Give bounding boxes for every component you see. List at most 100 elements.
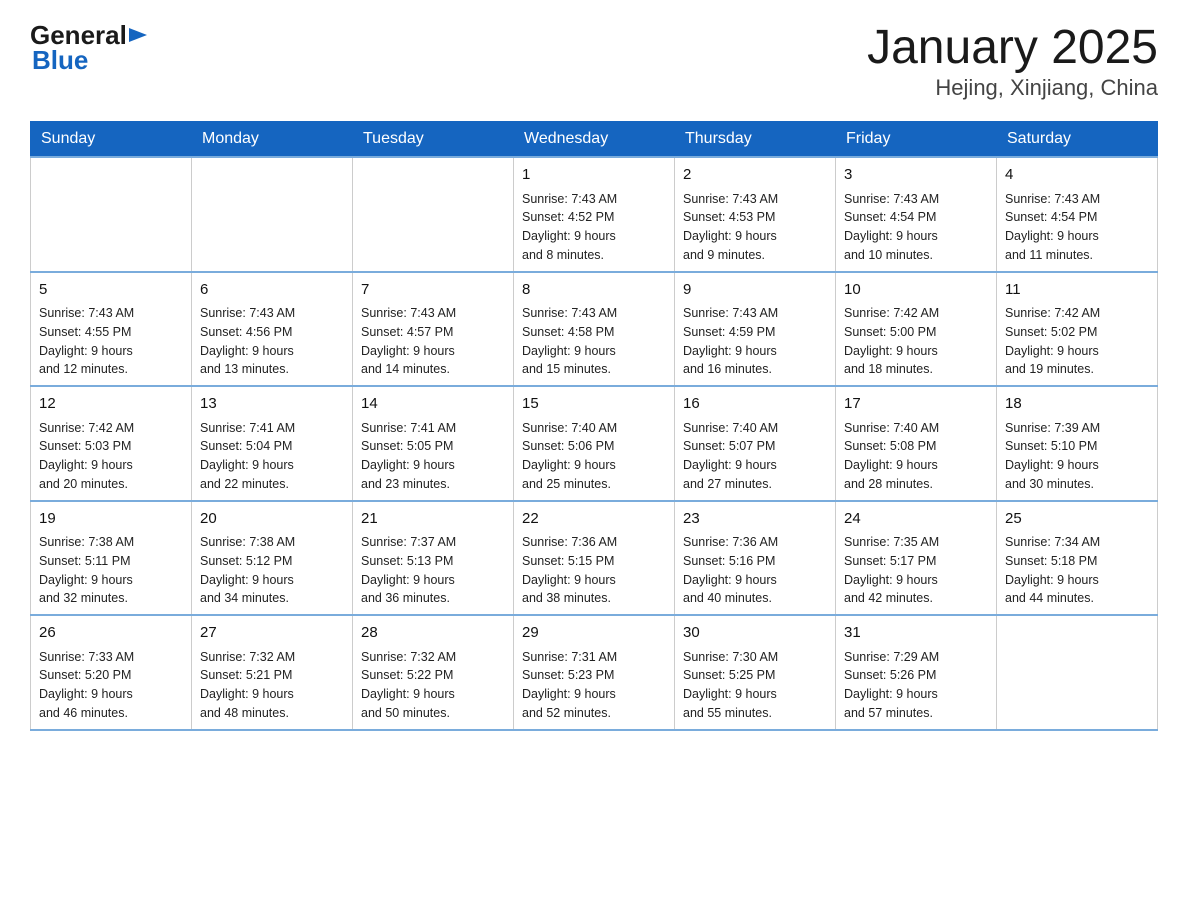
calendar-week-row: 26 Sunrise: 7:33 AM Sunset: 5:20 PM Dayli… [31,615,1158,730]
day-number: 24 [844,508,988,531]
day-info: Sunrise: 7:41 AM Sunset: 5:05 PM Dayligh… [361,421,456,491]
day-number: 7 [361,279,505,302]
page-title: January 2025 [867,20,1158,75]
calendar-day-cell: 31 Sunrise: 7:29 AM Sunset: 5:26 PM Dayli… [836,615,997,730]
calendar-day-cell: 9 Sunrise: 7:43 AM Sunset: 4:59 PM Daylig… [675,272,836,387]
day-info: Sunrise: 7:39 AM Sunset: 5:10 PM Dayligh… [1005,421,1100,491]
day-number: 23 [683,508,827,531]
calendar-day-cell: 26 Sunrise: 7:33 AM Sunset: 5:20 PM Dayli… [31,615,192,730]
calendar-day-cell: 21 Sunrise: 7:37 AM Sunset: 5:13 PM Dayli… [353,501,514,616]
calendar-weekday-header: Wednesday [514,122,675,158]
calendar-day-cell: 4 Sunrise: 7:43 AM Sunset: 4:54 PM Daylig… [997,157,1158,272]
day-info: Sunrise: 7:36 AM Sunset: 5:16 PM Dayligh… [683,535,778,605]
day-info: Sunrise: 7:33 AM Sunset: 5:20 PM Dayligh… [39,650,134,720]
day-info: Sunrise: 7:40 AM Sunset: 5:08 PM Dayligh… [844,421,939,491]
logo-triangle-icon [129,24,151,46]
day-number: 20 [200,508,344,531]
page-subtitle: Hejing, Xinjiang, China [867,75,1158,101]
calendar-day-cell: 12 Sunrise: 7:42 AM Sunset: 5:03 PM Dayli… [31,386,192,501]
day-info: Sunrise: 7:36 AM Sunset: 5:15 PM Dayligh… [522,535,617,605]
logo: General Blue [30,20,151,76]
day-info: Sunrise: 7:43 AM Sunset: 4:54 PM Dayligh… [844,192,939,262]
day-number: 14 [361,393,505,416]
calendar-day-cell: 15Sunrise: 7:40 AM Sunset: 5:06 PM Dayli… [514,386,675,501]
day-number: 18 [1005,393,1149,416]
day-number: 17 [844,393,988,416]
calendar-day-cell: 2 Sunrise: 7:43 AM Sunset: 4:53 PM Daylig… [675,157,836,272]
day-number: 1 [522,164,666,187]
calendar-day-cell: 17 Sunrise: 7:40 AM Sunset: 5:08 PM Dayli… [836,386,997,501]
day-number: 31 [844,622,988,645]
day-number: 29 [522,622,666,645]
day-info: Sunrise: 7:41 AM Sunset: 5:04 PM Dayligh… [200,421,295,491]
calendar-day-cell: 23 Sunrise: 7:36 AM Sunset: 5:16 PM Dayli… [675,501,836,616]
calendar-day-cell: 14 Sunrise: 7:41 AM Sunset: 5:05 PM Dayli… [353,386,514,501]
day-number: 30 [683,622,827,645]
day-info: Sunrise: 7:43 AM Sunset: 4:55 PM Dayligh… [39,306,134,376]
calendar-day-cell: 11Sunrise: 7:42 AM Sunset: 5:02 PM Dayli… [997,272,1158,387]
calendar-weekday-header: Thursday [675,122,836,158]
day-info: Sunrise: 7:43 AM Sunset: 4:56 PM Dayligh… [200,306,295,376]
day-info: Sunrise: 7:42 AM Sunset: 5:00 PM Dayligh… [844,306,939,376]
day-number: 12 [39,393,183,416]
calendar-day-cell [353,157,514,272]
day-number: 27 [200,622,344,645]
day-number: 22 [522,508,666,531]
calendar-table: SundayMondayTuesdayWednesdayThursdayFrid… [30,121,1158,731]
calendar-week-row: 1 Sunrise: 7:43 AM Sunset: 4:52 PM Daylig… [31,157,1158,272]
calendar-header-row: SundayMondayTuesdayWednesdayThursdayFrid… [31,122,1158,158]
day-number: 16 [683,393,827,416]
calendar-day-cell: 5 Sunrise: 7:43 AM Sunset: 4:55 PM Daylig… [31,272,192,387]
calendar-day-cell: 3 Sunrise: 7:43 AM Sunset: 4:54 PM Daylig… [836,157,997,272]
calendar-day-cell: 24 Sunrise: 7:35 AM Sunset: 5:17 PM Dayli… [836,501,997,616]
day-info: Sunrise: 7:42 AM Sunset: 5:02 PM Dayligh… [1005,306,1100,376]
day-number: 4 [1005,164,1149,187]
day-info: Sunrise: 7:35 AM Sunset: 5:17 PM Dayligh… [844,535,939,605]
calendar-day-cell: 19 Sunrise: 7:38 AM Sunset: 5:11 PM Dayli… [31,501,192,616]
day-number: 21 [361,508,505,531]
day-info: Sunrise: 7:37 AM Sunset: 5:13 PM Dayligh… [361,535,456,605]
calendar-day-cell: 16 Sunrise: 7:40 AM Sunset: 5:07 PM Dayli… [675,386,836,501]
calendar-week-row: 5 Sunrise: 7:43 AM Sunset: 4:55 PM Daylig… [31,272,1158,387]
calendar-day-cell: 1 Sunrise: 7:43 AM Sunset: 4:52 PM Daylig… [514,157,675,272]
calendar-day-cell: 18 Sunrise: 7:39 AM Sunset: 5:10 PM Dayli… [997,386,1158,501]
day-number: 10 [844,279,988,302]
calendar-day-cell: 6 Sunrise: 7:43 AM Sunset: 4:56 PM Daylig… [192,272,353,387]
day-number: 19 [39,508,183,531]
calendar-day-cell: 28 Sunrise: 7:32 AM Sunset: 5:22 PM Dayli… [353,615,514,730]
calendar-day-cell: 25Sunrise: 7:34 AM Sunset: 5:18 PM Dayli… [997,501,1158,616]
calendar-day-cell: 20 Sunrise: 7:38 AM Sunset: 5:12 PM Dayli… [192,501,353,616]
calendar-week-row: 19 Sunrise: 7:38 AM Sunset: 5:11 PM Dayli… [31,501,1158,616]
day-info: Sunrise: 7:32 AM Sunset: 5:22 PM Dayligh… [361,650,456,720]
day-number: 6 [200,279,344,302]
day-info: Sunrise: 7:38 AM Sunset: 5:12 PM Dayligh… [200,535,295,605]
day-info: Sunrise: 7:43 AM Sunset: 4:59 PM Dayligh… [683,306,778,376]
day-number: 3 [844,164,988,187]
page-header: General Blue January 2025 Hejing, Xinjia… [30,20,1158,101]
day-number: 2 [683,164,827,187]
calendar-day-cell: 8Sunrise: 7:43 AM Sunset: 4:58 PM Daylig… [514,272,675,387]
day-number: 26 [39,622,183,645]
day-info: Sunrise: 7:32 AM Sunset: 5:21 PM Dayligh… [200,650,295,720]
day-info: Sunrise: 7:43 AM Sunset: 4:54 PM Dayligh… [1005,192,1100,262]
calendar-day-cell: 10 Sunrise: 7:42 AM Sunset: 5:00 PM Dayli… [836,272,997,387]
day-number: 28 [361,622,505,645]
calendar-week-row: 12 Sunrise: 7:42 AM Sunset: 5:03 PM Dayli… [31,386,1158,501]
day-info: Sunrise: 7:42 AM Sunset: 5:03 PM Dayligh… [39,421,134,491]
calendar-day-cell [31,157,192,272]
calendar-day-cell [997,615,1158,730]
calendar-weekday-header: Monday [192,122,353,158]
day-number: 15 [522,393,666,416]
day-info: Sunrise: 7:38 AM Sunset: 5:11 PM Dayligh… [39,535,134,605]
calendar-weekday-header: Friday [836,122,997,158]
day-info: Sunrise: 7:30 AM Sunset: 5:25 PM Dayligh… [683,650,778,720]
day-info: Sunrise: 7:43 AM Sunset: 4:52 PM Dayligh… [522,192,617,262]
day-number: 9 [683,279,827,302]
day-info: Sunrise: 7:43 AM Sunset: 4:58 PM Dayligh… [522,306,617,376]
calendar-day-cell: 29Sunrise: 7:31 AM Sunset: 5:23 PM Dayli… [514,615,675,730]
day-info: Sunrise: 7:43 AM Sunset: 4:53 PM Dayligh… [683,192,778,262]
day-number: 5 [39,279,183,302]
day-info: Sunrise: 7:40 AM Sunset: 5:07 PM Dayligh… [683,421,778,491]
day-info: Sunrise: 7:29 AM Sunset: 5:26 PM Dayligh… [844,650,939,720]
calendar-day-cell: 22 Sunrise: 7:36 AM Sunset: 5:15 PM Dayli… [514,501,675,616]
